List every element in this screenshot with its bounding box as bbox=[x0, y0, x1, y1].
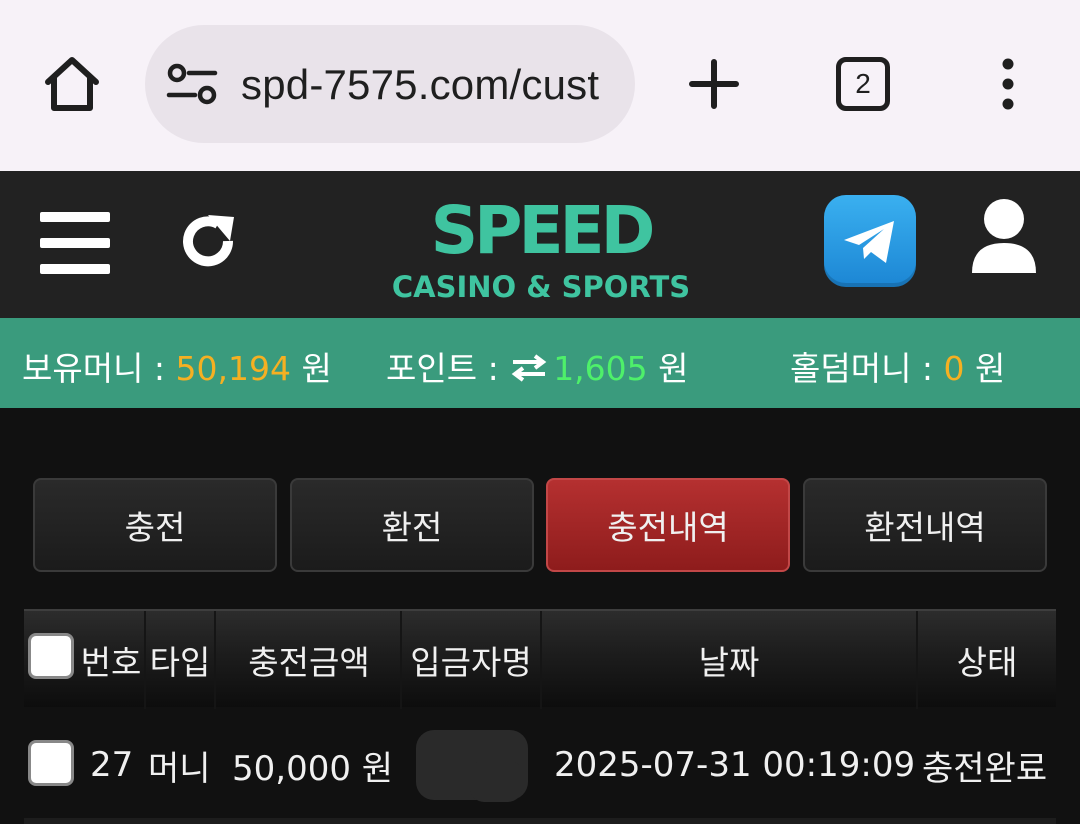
cell-date: 2025-07-31 00:19:09 bbox=[554, 745, 916, 785]
address-bar[interactable]: spd-7575.com/cust bbox=[145, 25, 635, 143]
header-status: 상태 bbox=[956, 643, 1018, 682]
holdem-balance: 홀덤머니 : 0 원 bbox=[790, 342, 1005, 390]
hamburger-icon[interactable] bbox=[40, 212, 110, 274]
tabs-icon[interactable]: 2 bbox=[836, 57, 890, 111]
telegram-icon[interactable] bbox=[824, 195, 916, 287]
row-checkbox[interactable] bbox=[28, 740, 74, 786]
logo-subtitle: CASINO & SPORTS bbox=[392, 270, 690, 303]
redacted-depositor-mark bbox=[470, 760, 522, 802]
holdem-value: 0 bbox=[943, 349, 965, 388]
refresh-icon[interactable] bbox=[178, 211, 242, 275]
header-depositor: 입금자명 bbox=[410, 643, 532, 682]
tab-withdraw-history[interactable]: 환전내역 bbox=[803, 478, 1047, 572]
point-balance: 포인트 : 1,605 원 bbox=[386, 342, 689, 390]
money-unit: 원 bbox=[291, 349, 332, 388]
browser-toolbar: spd-7575.com/cust 2 bbox=[0, 0, 1080, 171]
site-logo[interactable]: SPEED CASINO & SPORTS bbox=[376, 192, 706, 304]
tab-deposit-history[interactable]: 충전내역 bbox=[546, 478, 790, 572]
site-header: SPEED CASINO & SPORTS bbox=[0, 171, 1080, 318]
cell-status: 충전완료 bbox=[922, 748, 1048, 789]
point-unit: 원 bbox=[647, 349, 689, 388]
cell-amount: 50,000 원 bbox=[232, 748, 394, 789]
table-row: 27 머니 50,000 원 2025-07-31 00:19:09 충전완료 bbox=[24, 710, 1056, 820]
holdem-label: 홀덤머니 : bbox=[790, 349, 944, 388]
money-label: 보유머니 : bbox=[22, 349, 176, 388]
tab-count: 2 bbox=[855, 68, 871, 99]
cell-type: 머니 bbox=[148, 748, 211, 789]
more-vert-icon[interactable] bbox=[990, 56, 1026, 112]
table-header: 번호 타입 충전금액 입금자명 날짜 상태 bbox=[24, 609, 1056, 709]
site-settings-icon[interactable] bbox=[165, 63, 219, 105]
header-number: 번호 bbox=[80, 643, 142, 682]
money-value: 50,194 bbox=[175, 349, 292, 388]
swap-icon[interactable] bbox=[509, 351, 549, 382]
header-date: 날짜 bbox=[698, 643, 760, 682]
header-amount: 충전금액 bbox=[248, 643, 370, 682]
select-all-checkbox[interactable] bbox=[28, 633, 74, 679]
balance-bar: 보유머니 : 50,194 원 포인트 : 1,605 원 홀덤머니 : 0 원 bbox=[0, 318, 1080, 408]
tab-deposit[interactable]: 충전 bbox=[33, 478, 277, 572]
holdem-unit: 원 bbox=[964, 349, 1006, 388]
home-icon[interactable] bbox=[40, 52, 104, 116]
cell-number: 27 bbox=[90, 745, 134, 785]
point-label: 포인트 : bbox=[386, 349, 510, 388]
plus-icon[interactable] bbox=[686, 56, 742, 112]
point-value: 1,605 bbox=[553, 349, 648, 388]
logo-text: SPEED bbox=[431, 193, 653, 269]
header-type: 타입 bbox=[149, 643, 211, 682]
row-divider bbox=[24, 818, 1056, 824]
money-balance: 보유머니 : 50,194 원 bbox=[22, 342, 332, 390]
user-icon[interactable] bbox=[968, 197, 1040, 277]
url-text[interactable]: spd-7575.com/cust bbox=[241, 61, 599, 109]
tab-withdraw[interactable]: 환전 bbox=[290, 478, 534, 572]
